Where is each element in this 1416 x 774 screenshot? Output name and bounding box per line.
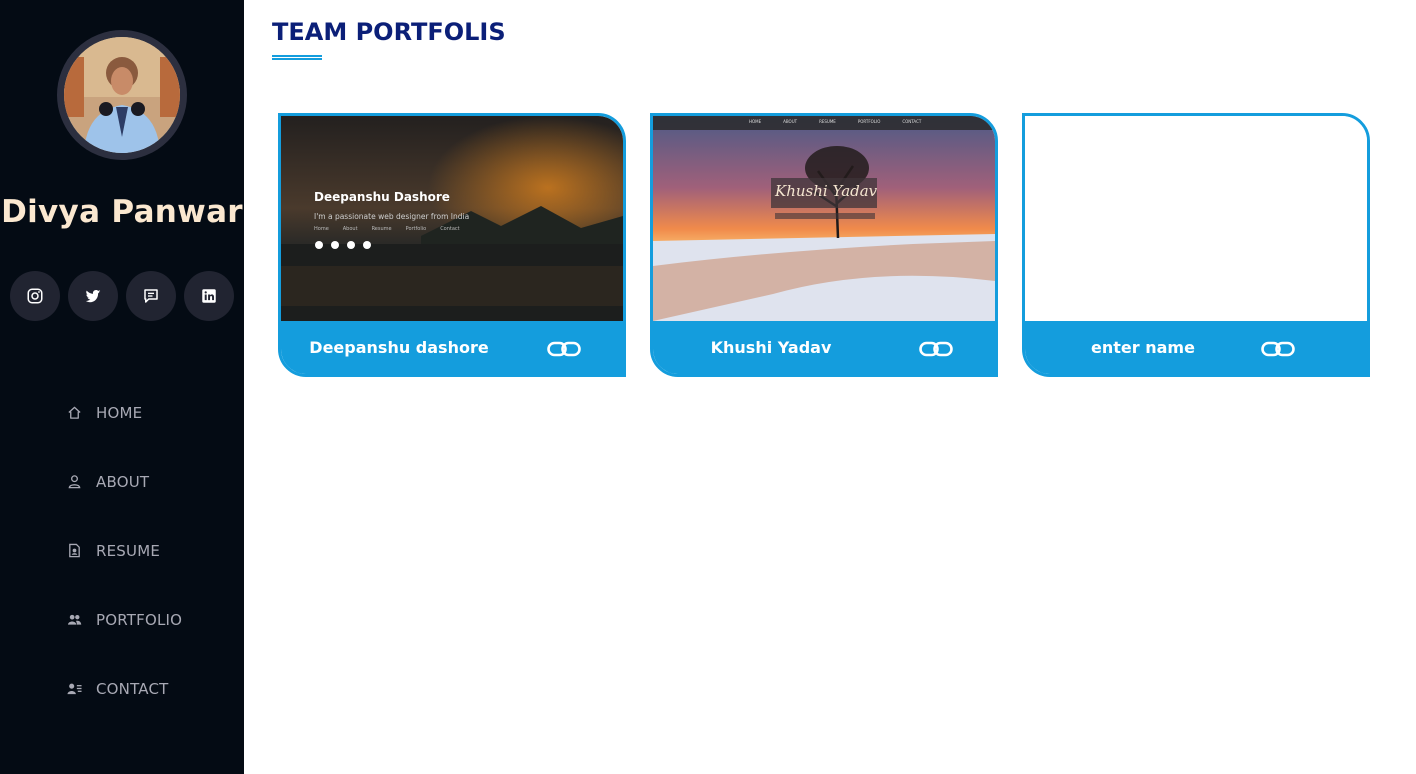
- link-icon[interactable]: [1261, 339, 1295, 359]
- portfolio-preview-empty[interactable]: [1025, 116, 1367, 321]
- main-nav: HOME ABOUT RESUME PORTFOLIO CONTACT: [0, 378, 244, 723]
- nav-label: PORTFOLIO: [96, 610, 183, 629]
- nav-item-about[interactable]: ABOUT: [0, 447, 244, 516]
- preview-tagline: I'm a passionate web designer from India: [314, 212, 470, 221]
- sidebar: Divya Panwar HOME ABOUT RESUME PORTFOLIO…: [0, 0, 244, 774]
- portfolio-card[interactable]: Deepanshu Dashore I'm a passionate web d…: [278, 113, 626, 377]
- preview-menu-item: Resume: [371, 226, 392, 232]
- team-icon: [66, 611, 83, 628]
- nav-label: CONTACT: [96, 679, 169, 698]
- profile-name: Divya Panwar: [1, 194, 243, 230]
- portfolio-preview[interactable]: Deepanshu Dashore I'm a passionate web d…: [281, 116, 623, 321]
- link-icon[interactable]: [547, 339, 581, 359]
- link-icon[interactable]: [919, 339, 953, 359]
- social-links: [10, 271, 234, 321]
- preview-heading: Khushi Yadav: [775, 182, 878, 200]
- preview-menu-item: CONTACT: [902, 119, 922, 124]
- portfolio-card[interactable]: enter name: [1022, 113, 1370, 377]
- title-underline: [272, 55, 322, 60]
- nav-item-portfolio[interactable]: PORTFOLIO: [0, 585, 244, 654]
- card-footer: enter name: [1025, 321, 1367, 374]
- instagram-icon: [27, 288, 43, 304]
- nav-label: RESUME: [96, 541, 161, 560]
- preview-menu-item: HOME: [749, 119, 762, 124]
- preview-heading: Deepanshu Dashore: [314, 190, 450, 204]
- card-footer: Khushi Yadav: [653, 321, 995, 374]
- preview-menu-item: PORTFOLIO: [857, 119, 881, 124]
- chat-icon: [144, 289, 158, 303]
- preview-menu-item: RESUME: [819, 119, 836, 124]
- instagram-button[interactable]: [10, 271, 60, 321]
- nav-label: ABOUT: [96, 472, 150, 491]
- profile-photo: [64, 37, 180, 153]
- profile-avatar: [57, 30, 187, 160]
- preview-menu-item: Contact: [440, 226, 460, 232]
- preview-menu: Home About Resume Portfolio Contact: [314, 226, 460, 232]
- user-icon: [66, 473, 83, 490]
- portfolio-name: enter name: [1091, 338, 1195, 357]
- preview-menu: HOME ABOUT RESUME PORTFOLIO CONTACT: [749, 119, 921, 124]
- linkedin-button[interactable]: [184, 271, 234, 321]
- portfolio-name: Khushi Yadav: [710, 338, 832, 357]
- home-icon: [66, 404, 83, 421]
- linkedin-icon: [202, 289, 216, 303]
- contact-icon: [66, 680, 83, 697]
- chat-button[interactable]: [126, 271, 176, 321]
- nav-item-resume[interactable]: RESUME: [0, 516, 244, 585]
- nav-label: HOME: [96, 403, 143, 422]
- card-footer: Deepanshu dashore: [281, 321, 623, 374]
- portfolio-grid: Deepanshu Dashore I'm a passionate web d…: [278, 113, 1370, 377]
- nav-item-contact[interactable]: CONTACT: [0, 654, 244, 723]
- portfolio-card[interactable]: HOME ABOUT RESUME PORTFOLIO CONTACT Khus…: [650, 113, 998, 377]
- main-content: TEAM PORTFOLIS Deepanshu Dashore I'm a p…: [244, 0, 1416, 774]
- nav-item-home[interactable]: HOME: [0, 378, 244, 447]
- preview-image: [653, 116, 995, 321]
- twitter-button[interactable]: [68, 271, 118, 321]
- preview-menu-item: Home: [314, 226, 329, 232]
- preview-menu-item: About: [342, 226, 358, 232]
- preview-menu-item: Portfolio: [405, 226, 427, 232]
- preview-social-icons: [315, 241, 371, 249]
- portfolio-preview[interactable]: HOME ABOUT RESUME PORTFOLIO CONTACT Khus…: [653, 116, 995, 321]
- page-title: TEAM PORTFOLIS: [272, 18, 506, 46]
- portfolio-name: Deepanshu dashore: [309, 338, 489, 357]
- preview-menu-item: ABOUT: [783, 119, 798, 124]
- twitter-icon: [85, 289, 101, 303]
- resume-icon: [66, 542, 83, 559]
